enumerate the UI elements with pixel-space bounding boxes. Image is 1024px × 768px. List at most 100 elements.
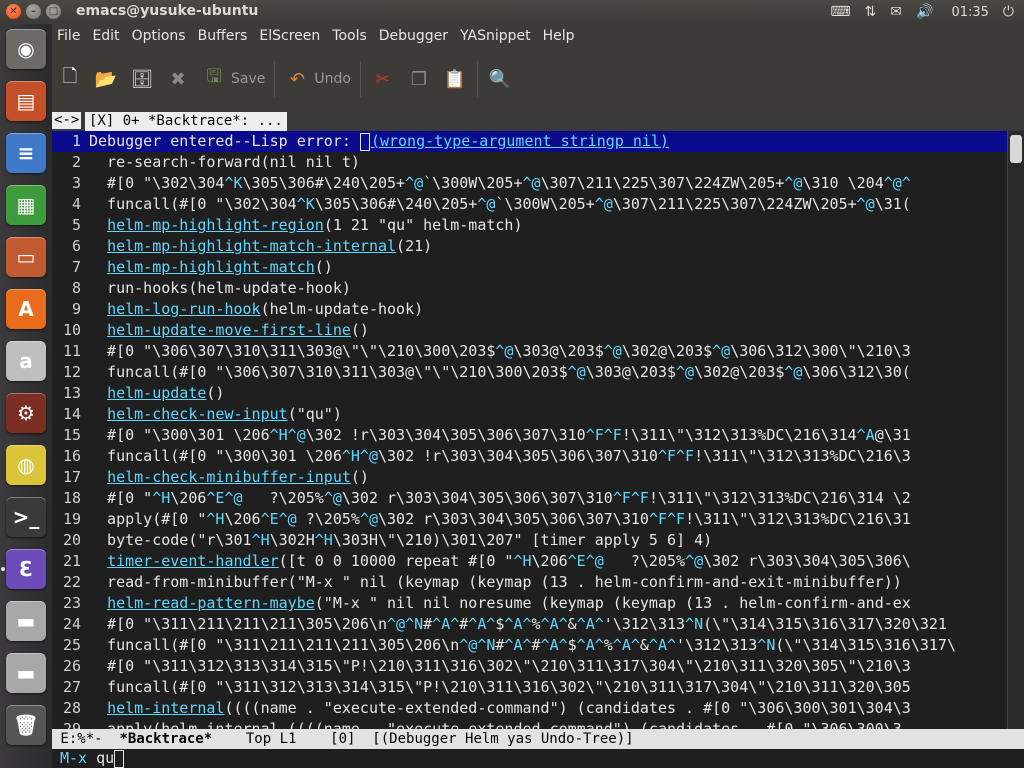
backtrace-line[interactable]: 20 byte-code("r\301^H\302H^H\303H\"\210)…	[52, 530, 1007, 551]
launcher-calc-button[interactable]: ▦	[6, 185, 46, 225]
toolbar-separator	[274, 61, 276, 97]
function-link[interactable]: helm-mp-highlight-match-internal	[107, 237, 396, 255]
backtrace-line[interactable]: 23 helm-read-pattern-maybe("M-x " nil ni…	[52, 593, 1007, 614]
power-icon[interactable]: ⏻	[1003, 4, 1014, 20]
launcher-emacs-button[interactable]: Ɛ	[6, 549, 46, 589]
backtrace-line[interactable]: 10 helm-update-move-first-line()	[52, 320, 1007, 341]
backtrace-line[interactable]: 2 re-search-forward(nil nil t)	[52, 152, 1007, 173]
backtrace-line[interactable]: 14 helm-check-new-input("qu")	[52, 404, 1007, 425]
open-file-button[interactable]: 📂	[88, 59, 124, 99]
launcher-impress-button[interactable]: ▭	[6, 237, 46, 277]
menu-help[interactable]: Help	[537, 28, 581, 44]
backtrace-line[interactable]: 5 helm-mp-highlight-region(1 21 "qu" hel…	[52, 215, 1007, 236]
menu-edit[interactable]: Edit	[86, 28, 125, 44]
amazon-icon: a	[19, 349, 33, 373]
launcher-software-center-button[interactable]: A	[6, 289, 46, 329]
maximize-window-button[interactable]: □	[46, 4, 61, 19]
function-link[interactable]: helm-update-move-first-line	[107, 321, 351, 339]
backtrace-line[interactable]: 8 run-hooks(helm-update-hook)	[52, 278, 1007, 299]
kill-buffer-button[interactable]: ✖	[160, 59, 196, 99]
backtrace-line[interactable]: 18 #[0 "^H\206^E^@ ?\205%^@\302 r\303\30…	[52, 488, 1007, 509]
code-text: #[0 "\302\304	[89, 174, 225, 192]
menu-file[interactable]: File	[52, 28, 86, 44]
control-char: ^E^@	[260, 510, 297, 528]
backtrace-line[interactable]: 29 apply(helm-internal ((((name . "execu…	[52, 719, 1007, 729]
launcher-files-button[interactable]: ▤	[6, 81, 46, 121]
backtrace-line[interactable]: 6 helm-mp-highlight-match-internal(21)	[52, 236, 1007, 257]
minimize-window-button[interactable]: –	[26, 4, 41, 19]
vertical-scrollbar[interactable]	[1007, 131, 1024, 729]
backtrace-line[interactable]: 28 helm-internal((((name . "execute-exte…	[52, 698, 1007, 719]
launcher-system-settings-button[interactable]: ⚙	[6, 393, 46, 433]
copy-button[interactable]: ❐	[401, 59, 437, 99]
save-button[interactable]: 🖫 Save	[196, 59, 270, 99]
backtrace-line[interactable]: 16 funcall(#[0 "\300\301 \206^H^@\302 !r…	[52, 446, 1007, 467]
backtrace-line[interactable]: 21 timer-event-handler([t 0 0 10000 repe…	[52, 551, 1007, 572]
launcher-amazon-button[interactable]: a	[6, 341, 46, 381]
keyboard-icon[interactable]: ⌨	[830, 4, 850, 20]
scrollbar-thumb[interactable]	[1010, 135, 1022, 163]
launcher-trash-button[interactable]: 🗑	[6, 705, 46, 745]
backtrace-line[interactable]: 22 read-from-minibuffer("M-x " nil (keym…	[52, 572, 1007, 593]
launcher-dash-home-button[interactable]: ◉	[6, 29, 46, 69]
launcher-writer-button[interactable]: ≡	[6, 133, 46, 173]
modeline-buffer-name[interactable]: *Backtrace*	[119, 731, 212, 747]
tab-current[interactable]: [X] 0+ *Backtrace*: ...	[85, 112, 287, 131]
minibuffer-input[interactable]: qu	[96, 749, 114, 767]
backtrace-line[interactable]: 15 #[0 "\300\301 \206^H^@\302 !r\303\304…	[52, 425, 1007, 446]
function-link[interactable]: helm-check-minibuffer-input	[107, 468, 351, 486]
dired-button[interactable]: 🗄	[124, 59, 160, 99]
clock[interactable]: 01:35	[951, 5, 988, 20]
backtrace-line[interactable]: 17 helm-check-minibuffer-input()	[52, 467, 1007, 488]
backtrace-line[interactable]: 4 funcall(#[0 "\302\304^K\305\306#\240\2…	[52, 194, 1007, 215]
backtrace-line[interactable]: 19 apply(#[0 "^H\206^E^@ ?\205%^@\302 r\…	[52, 509, 1007, 530]
launcher-drive-2-button[interactable]: ▬	[6, 653, 46, 693]
function-link[interactable]: helm-log-run-hook	[107, 300, 261, 318]
function-link[interactable]: timer-event-handler	[107, 552, 279, 570]
network-icon[interactable]: ⇅	[865, 4, 877, 20]
cut-button[interactable]: ✂	[365, 59, 401, 99]
backtrace-line[interactable]: 26 #[0 "\311\312\313\314\315\"P!\210\311…	[52, 656, 1007, 677]
writer-icon: ≡	[17, 141, 35, 165]
menu-options[interactable]: Options	[126, 28, 192, 44]
backtrace-line[interactable]: 11 #[0 "\306\307\310\311\303@\"\"\210\30…	[52, 341, 1007, 362]
menu-yasnippet[interactable]: YASnippet	[454, 28, 537, 44]
line-number: 9	[71, 300, 81, 318]
function-link[interactable]: helm-mp-highlight-region	[107, 216, 324, 234]
undo-button[interactable]: ↶ Undo	[279, 59, 356, 99]
menu-tools[interactable]: Tools	[326, 28, 373, 44]
function-link[interactable]: helm-read-pattern-maybe	[107, 594, 315, 612]
backtrace-line[interactable]: 27 funcall(#[0 "\311\312\313\314\315\"P!…	[52, 677, 1007, 698]
close-window-button[interactable]: ✕	[6, 4, 21, 19]
backtrace-line[interactable]: 9 helm-log-run-hook(helm-update-hook)	[52, 299, 1007, 320]
backtrace-line[interactable]: 7 helm-mp-highlight-match()	[52, 257, 1007, 278]
function-link[interactable]: helm-update	[107, 384, 206, 402]
backtrace-buffer[interactable]: 1 Debugger entered--Lisp error: (wrong-ty…	[52, 131, 1007, 729]
search-button[interactable]: 🔍	[482, 59, 518, 99]
function-link[interactable]: helm-check-new-input	[107, 405, 288, 423]
function-link[interactable]: helm-mp-highlight-match	[107, 258, 315, 276]
backtrace-line[interactable]: 24 #[0 "\311\211\211\211\305\206\n^@^N#^…	[52, 614, 1007, 635]
minibuffer[interactable]: M-x qu	[52, 749, 1024, 768]
control-char: ^H^@	[269, 426, 306, 444]
backtrace-line[interactable]: 3 #[0 "\302\304^K\305\306#\240\205+^@`\3…	[52, 173, 1007, 194]
new-file-button[interactable]: 🗋	[52, 59, 88, 99]
menu-elscreen[interactable]: ElScreen	[253, 28, 326, 44]
backtrace-line[interactable]: 25 funcall(#[0 "\311\211\211\211\305\206…	[52, 635, 1007, 656]
function-link[interactable]: helm-internal	[107, 699, 224, 717]
menu-buffers[interactable]: Buffers	[192, 28, 254, 44]
volume-icon[interactable]: 🔊	[916, 4, 933, 20]
backtrace-line[interactable]: 1 Debugger entered--Lisp error: (wrong-ty…	[52, 131, 1007, 152]
launcher-chrome-button[interactable]: ◍	[6, 445, 46, 485]
launcher-terminal-button[interactable]: >_	[6, 497, 46, 537]
paste-button[interactable]: 📋	[437, 59, 473, 99]
mail-icon[interactable]: ✉	[890, 4, 902, 20]
backtrace-line[interactable]: 13 helm-update()	[52, 383, 1007, 404]
backtrace-line[interactable]: 12 funcall(#[0 "\306\307\310\311\303@\"\…	[52, 362, 1007, 383]
tab-nav-button[interactable]: <->	[52, 112, 82, 129]
line-number: 24	[62, 615, 81, 633]
function-link[interactable]: (wrong-type-argument stringp nil)	[371, 132, 669, 150]
menu-debugger[interactable]: Debugger	[373, 28, 454, 44]
launcher-drive-1-button[interactable]: ▬	[6, 601, 46, 641]
control-char: ^A^	[576, 615, 604, 633]
